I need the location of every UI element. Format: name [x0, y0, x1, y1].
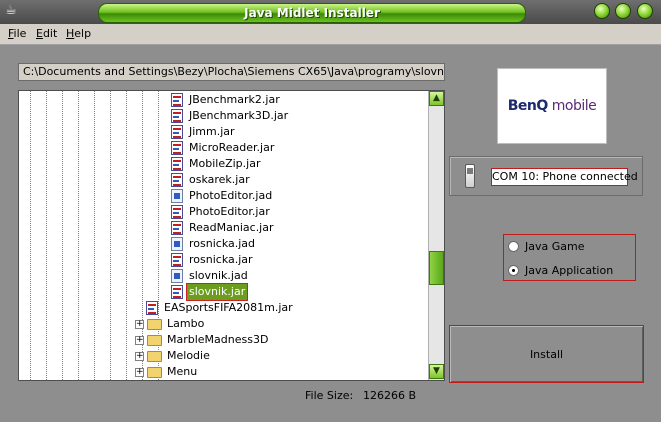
tree-row-label[interactable]: Menu [167, 364, 197, 380]
jad-file-icon [171, 237, 183, 251]
radio-java-game-label[interactable]: Java Game [525, 239, 584, 255]
scroll-thumb[interactable] [429, 251, 444, 285]
scroll-up-button[interactable]: ▲ [429, 91, 444, 106]
tree-row-label[interactable]: EASportsFIFA2081m.jar [164, 300, 293, 316]
tree-row[interactable]: + MarbleMadness3D [19, 332, 427, 348]
jad-file-icon [171, 189, 183, 203]
path-field[interactable]: C:\Documents and Settings\Bezy\Plocha\Si… [18, 63, 445, 81]
radio-java-game-dot[interactable] [508, 241, 519, 252]
app-type-radio-group: Java Game Java Application [503, 234, 636, 281]
tree-row-label[interactable]: MarbleMadness3D [167, 332, 268, 348]
close-button[interactable] [637, 3, 653, 19]
tree-row-label[interactable]: JBenchmark3D.jar [189, 108, 288, 124]
tree-row-label[interactable]: JBenchmark2.jar [189, 92, 280, 108]
jar-file-icon [146, 301, 158, 315]
tree-row-label[interactable]: PhotoEditor.jad [189, 188, 272, 204]
jar-file-icon [171, 141, 183, 155]
tree-row[interactable]: ReadManiac.jar [19, 220, 427, 236]
tree-row[interactable]: rosnicka.jad [19, 236, 427, 252]
tree-row[interactable]: Jimm.jar [19, 124, 427, 140]
logo-brand: BenQ [507, 98, 549, 114]
jar-file-icon [171, 157, 183, 171]
title-bar[interactable]: ☕ Java Midlet Installer [0, 0, 661, 24]
tree-expand-icon[interactable]: + [135, 352, 144, 361]
folder-icon [147, 367, 162, 378]
tree-expand-icon[interactable]: + [135, 368, 144, 377]
jar-file-icon [171, 221, 183, 235]
tree-row[interactable]: rosnicka.jar [19, 252, 427, 268]
window-title: Java Midlet Installer [244, 6, 380, 20]
tree-row-label[interactable]: Lambo [167, 316, 204, 332]
tree-row[interactable]: + Lambo [19, 316, 427, 332]
tree-row-label[interactable]: Jimm.jar [189, 124, 235, 140]
tree-row[interactable]: JBenchmark3D.jar [19, 108, 427, 124]
tree-row[interactable]: MicroReader.jar [19, 140, 427, 156]
tree-row[interactable]: oskarek.jar [19, 172, 427, 188]
tree-row[interactable]: EASportsFIFA2081m.jar [19, 300, 427, 316]
tree-scrollbar[interactable]: ▲ ▼ [428, 91, 444, 380]
maximize-button[interactable] [615, 3, 631, 19]
jar-file-icon [171, 93, 183, 107]
jar-file-icon [171, 205, 183, 219]
tree-row-label[interactable]: slovnik.jar [185, 283, 249, 301]
tree-row-label[interactable]: MobileZip.jar [189, 156, 260, 172]
jar-file-icon [171, 173, 183, 187]
folder-icon [147, 351, 162, 362]
tree-row-label[interactable]: rosnicka.jar [189, 252, 253, 268]
menu-file[interactable]: File [8, 27, 26, 40]
menu-help[interactable]: Help [66, 27, 91, 40]
tree-row-label[interactable]: rosnicka.jad [189, 236, 255, 252]
tree-expand-icon[interactable]: + [135, 336, 144, 345]
app-jar-icon[interactable]: ☕ [3, 3, 19, 19]
folder-icon [147, 335, 162, 346]
file-size-value: 126266 B [363, 389, 417, 402]
tree-row[interactable]: JBenchmark2.jar [19, 92, 427, 108]
tree-row-label[interactable]: Melodie [167, 348, 210, 364]
title-pill: Java Midlet Installer [98, 3, 526, 23]
tree-row[interactable]: slovnik.jad [19, 268, 427, 284]
benq-logo: BenQ mobile [497, 68, 607, 144]
folder-icon [147, 319, 162, 330]
tree-row[interactable]: PhotoEditor.jad [19, 188, 427, 204]
tree-row[interactable]: MobileZip.jar [19, 156, 427, 172]
jad-file-icon [171, 269, 183, 283]
phone-icon [465, 164, 475, 188]
tree-row-selected[interactable]: slovnik.jar [19, 283, 427, 301]
install-button[interactable]: Install [449, 325, 644, 383]
tree-row[interactable]: PhotoEditor.jar [19, 204, 427, 220]
tree-row-label[interactable]: ReadManiac.jar [189, 220, 274, 236]
jar-file-icon [171, 253, 183, 267]
file-tree[interactable]: JBenchmark2.jar JBenchmark3D.jar Jimm.jar M… [18, 90, 445, 381]
tree-expand-icon[interactable]: + [135, 320, 144, 329]
file-size-label: File Size: [305, 389, 354, 402]
tree-row[interactable]: + Menu [19, 364, 427, 380]
minimize-button[interactable] [594, 3, 610, 19]
tree-row-label[interactable]: slovnik.jad [189, 268, 248, 284]
menu-bar: File Edit Help [0, 24, 661, 45]
tree-row-label[interactable]: oskarek.jar [189, 172, 250, 188]
scroll-down-button[interactable]: ▼ [429, 364, 444, 379]
jar-file-icon [171, 125, 183, 139]
radio-java-application-dot[interactable] [508, 265, 519, 276]
logo-suffix: mobile [547, 98, 597, 114]
menu-edit[interactable]: Edit [36, 27, 57, 40]
tree-row[interactable]: + Melodie [19, 348, 427, 364]
tree-row-label[interactable]: PhotoEditor.jar [189, 204, 270, 220]
radio-java-application-label[interactable]: Java Application [525, 263, 613, 279]
tree-row-label[interactable]: MicroReader.jar [189, 140, 274, 156]
jar-file-icon [171, 109, 183, 123]
jar-file-icon [171, 285, 183, 299]
connection-status: COM 10: Phone connected [491, 168, 638, 186]
